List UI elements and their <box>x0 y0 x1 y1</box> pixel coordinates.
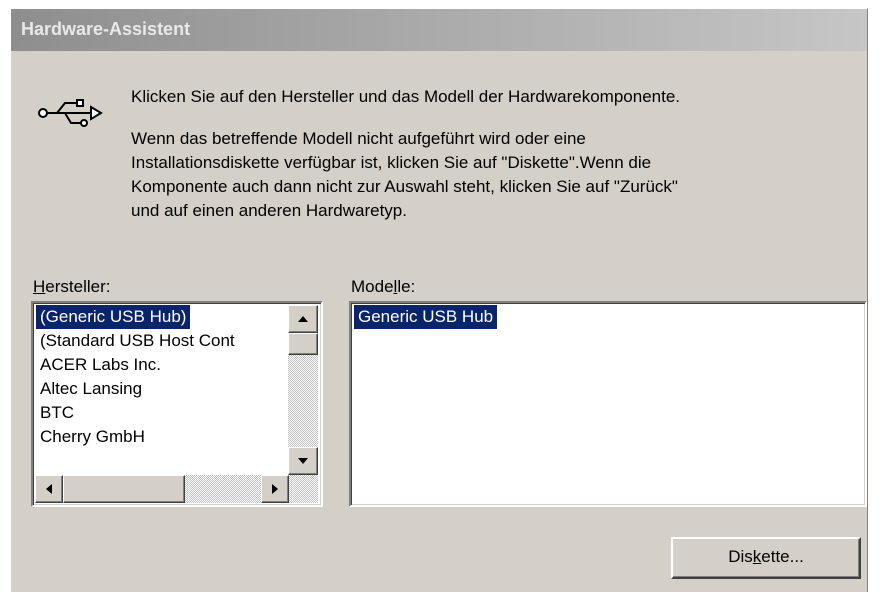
manufacturer-item[interactable]: Altec Lansing <box>36 377 146 401</box>
manufacturer-listbox[interactable]: (Generic USB Hub) (Standard USB Host Con… <box>31 301 323 507</box>
models-label-start: Mode <box>351 277 394 296</box>
manufacturer-item[interactable]: BTC <box>36 401 78 425</box>
arrow-left-icon <box>46 484 52 494</box>
instruction-body: Wenn das betreffende Modell nicht aufgef… <box>131 127 678 223</box>
models-label: Modelle: <box>351 277 415 297</box>
manufacturer-item[interactable]: ACER Labs Inc. <box>36 353 165 377</box>
model-item[interactable]: Generic USB Hub <box>354 305 498 329</box>
instruction-line: Installationsdiskette verfügbar ist, kli… <box>131 153 652 172</box>
scroll-down-button[interactable] <box>288 447 318 475</box>
disk-button-label-end: ette... <box>761 547 804 566</box>
arrow-up-icon <box>298 316 308 322</box>
disk-button-label-start: Dis <box>728 547 753 566</box>
instruction-intro: Klicken Sie auf den Hersteller und das M… <box>131 87 681 106</box>
disk-button[interactable]: Diskette... <box>671 537 861 579</box>
arrow-down-icon <box>298 458 308 464</box>
title-bar[interactable]: Hardware-Assistent <box>11 9 867 51</box>
disk-button-mnemonic: k <box>752 547 762 566</box>
instruction-line: Komponente auch dann nicht zur Auswahl s… <box>131 177 678 196</box>
manufacturer-label-rest: ersteller: <box>45 277 111 296</box>
manufacturer-item[interactable]: Cherry GmbH <box>36 425 149 449</box>
arrow-right-icon <box>272 484 278 494</box>
horizontal-scroll-thumb[interactable] <box>63 475 185 503</box>
usb-icon <box>38 99 103 127</box>
models-listbox[interactable]: Generic USB Hub <box>349 301 867 507</box>
instruction-line: und auf einen anderen Hardwaretyp. <box>131 201 407 220</box>
manufacturer-item[interactable]: (Generic USB Hub) <box>36 305 191 329</box>
manufacturer-label-mnemonic: H <box>33 277 46 296</box>
vertical-scroll-thumb[interactable] <box>288 333 318 355</box>
instruction-line: Wenn das betreffende Modell nicht aufgef… <box>131 129 586 148</box>
window-title: Hardware-Assistent <box>21 19 191 39</box>
models-label-end: le: <box>397 277 416 296</box>
scroll-right-button[interactable] <box>261 475 289 503</box>
scroll-left-button[interactable] <box>35 475 63 503</box>
hardware-wizard-dialog: Hardware-Assistent Klicken Sie auf den H… <box>10 8 868 592</box>
manufacturer-item[interactable]: (Standard USB Host Cont <box>36 329 239 353</box>
manufacturer-label: Hersteller: <box>33 277 110 297</box>
scroll-up-button[interactable] <box>288 305 318 333</box>
